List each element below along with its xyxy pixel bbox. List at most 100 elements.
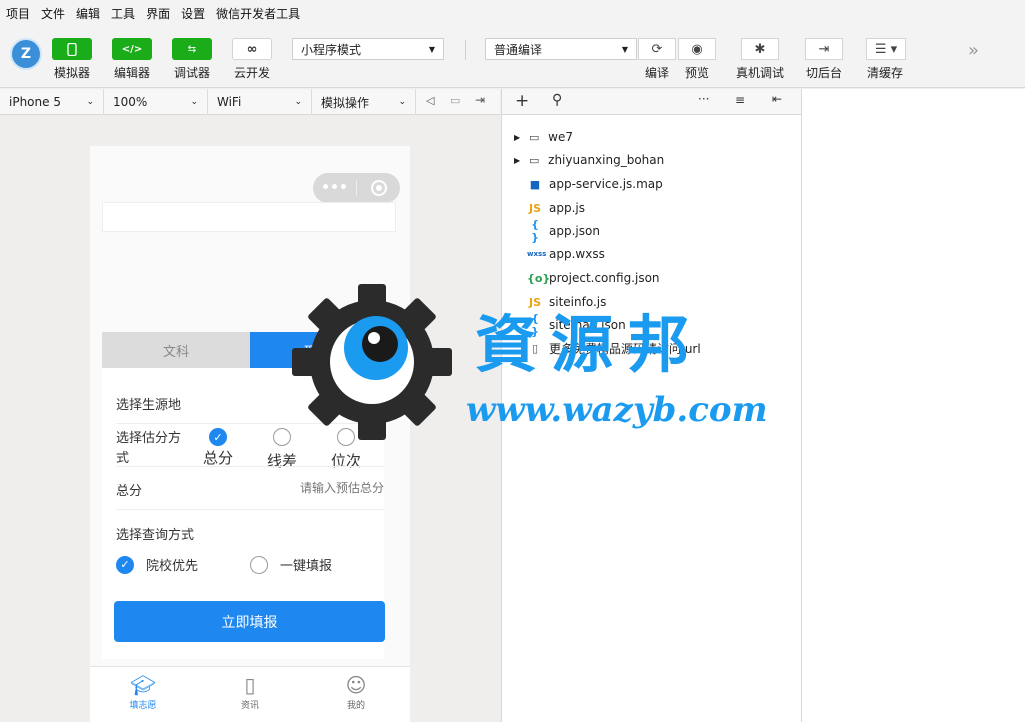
tabbar-item-news[interactable]: ▯ 资讯 [225, 672, 275, 711]
query-option-label: 院校优先 [146, 559, 199, 574]
caret-down-icon: ▼ [621, 44, 628, 54]
estimate-option-linediff[interactable]: 线差 [262, 428, 302, 471]
add-icon[interactable]: + [515, 91, 529, 111]
remote-debug-button[interactable]: ✱ [741, 38, 779, 60]
debugger-button[interactable]: ⇆ [172, 38, 212, 60]
checked-radio-icon: ✓ [209, 428, 227, 446]
search-box[interactable] [102, 202, 396, 232]
background-button[interactable]: ⇥ [805, 38, 843, 60]
cloud-button[interactable]: ∞ [232, 38, 272, 60]
submit-button[interactable]: 立即填报 [114, 601, 385, 642]
tab-like[interactable]: 理科 [250, 332, 384, 368]
file-icon: ▯ [531, 341, 539, 355]
folder-icon: ▭ [528, 130, 540, 144]
toolbar-divider [465, 40, 466, 60]
tree-item-file[interactable]: {o} project.config.json [527, 268, 660, 288]
menu-project[interactable]: 项目 [6, 5, 30, 22]
network-select[interactable]: WiFi ⌄ [208, 89, 312, 115]
close-circle-icon[interactable] [357, 180, 400, 196]
query-label: 选择查询方式 [116, 528, 195, 543]
mode-select[interactable]: 小程序模式 ▼ [292, 38, 444, 60]
chevron-down-icon: ⌄ [294, 97, 302, 107]
folder-icon: ▭ [528, 153, 540, 167]
js-file-icon: JS [528, 201, 541, 215]
more-icon[interactable]: ··· [698, 92, 709, 106]
preview-label: 预览 [684, 66, 709, 80]
clear-cache-button[interactable]: ☰ ▾ [866, 38, 906, 60]
bug-icon: ✱ [754, 41, 766, 57]
estimate-option-label: 线差 [266, 452, 297, 470]
tree-item-file[interactable]: ■ app-service.js.map [527, 174, 663, 194]
phone-screen: ••• 文科 理科 选择生源地 河北 › 选择估分方式 ✓ 总分 线差 位次 总… [90, 146, 410, 722]
divider [116, 509, 384, 510]
tabbar-item-zhiyuan[interactable]: 🎓︎ 填志愿 [118, 672, 168, 711]
editor-button[interactable]: </> [112, 38, 152, 60]
more-chevron-icon[interactable]: » [968, 40, 979, 61]
editor-label: 编辑器 [113, 66, 150, 80]
tree-item-folder[interactable]: ▶ ▭ we7 [514, 127, 573, 147]
window-icon[interactable]: ▭ [450, 94, 460, 107]
detach-icon[interactable]: ⇥ [475, 93, 485, 107]
preview-button[interactable]: ◉ [678, 38, 716, 60]
tabbar-label: 填志愿 [129, 701, 157, 711]
tab-wenke[interactable]: 文科 [102, 332, 250, 368]
more-dots-icon[interactable]: ••• [313, 180, 356, 196]
tree-item-label: project.config.json [549, 271, 660, 285]
chevron-down-icon: ⌄ [86, 97, 94, 107]
tree-item-label: sitemap.json [549, 318, 626, 332]
device-select[interactable]: iPhone 5 ⌄ [0, 89, 104, 115]
tree-item-file[interactable]: wxss app.wxss [527, 244, 605, 264]
source-value[interactable]: 河北 › [338, 394, 373, 413]
tree-item-file[interactable]: { } sitemap.json [527, 312, 626, 338]
menu-view[interactable]: 界面 [146, 5, 170, 22]
menu-settings[interactable]: 设置 [181, 5, 205, 22]
tree-item-file[interactable]: { } app.json [527, 218, 600, 244]
refresh-icon: ⟳ [651, 41, 663, 57]
collapse-icon[interactable]: ≡ [735, 93, 745, 107]
simulator-button[interactable] [52, 38, 92, 60]
query-option-oneclick[interactable]: 一键填报 [250, 555, 332, 574]
estimate-option-label: 位次 [330, 452, 361, 470]
volume-icon[interactable]: ◁ [426, 94, 434, 107]
compile-button[interactable]: ⟳ [638, 38, 676, 60]
editor-pane [801, 89, 1025, 722]
book-icon: ▯ [244, 673, 256, 697]
query-option-school[interactable]: ✓ 院校优先 [116, 555, 198, 574]
split-icon[interactable]: ⇤ [772, 92, 782, 106]
zoom-select[interactable]: 100% ⌄ [104, 89, 208, 115]
estimate-option-total[interactable]: ✓ 总分 [198, 428, 238, 468]
wxss-file-icon: wxss [527, 250, 547, 258]
estimate-option-label: 总分 [202, 449, 233, 467]
score-label: 总分 [116, 484, 143, 499]
menu-tools[interactable]: 工具 [111, 5, 135, 22]
tree-item-file[interactable]: JS app.js [527, 198, 585, 218]
tree-item-file[interactable]: ▯ 更多免费精品源码请访问.url [527, 338, 701, 358]
menu-file[interactable]: 文件 [41, 5, 65, 22]
tabbar-item-mine[interactable]: ☺︎ 我的 [331, 672, 381, 711]
compile-select[interactable]: 普通编译 ▼ [485, 38, 637, 60]
switch-out-icon: ⇥ [818, 41, 830, 57]
source-value-text: 河北 [338, 398, 365, 413]
tree-item-folder[interactable]: ▶ ▭ zhiyuanxing_bohan [514, 150, 664, 170]
explorer-header: + ⚲ ··· ≡ ⇤ [501, 89, 801, 115]
menu-devtools[interactable]: 微信开发者工具 [216, 5, 300, 22]
capsule-menu[interactable]: ••• [313, 173, 400, 203]
device-bar: iPhone 5 ⌄ 100% ⌄ WiFi ⌄ 模拟操作 ⌄ ◁ ▭ ⇥ [0, 89, 500, 115]
tree-item-label: 更多免费精品源码请访问.url [549, 341, 701, 356]
estimate-option-rank[interactable]: 位次 [326, 428, 366, 471]
source-label: 选择生源地 [116, 398, 182, 413]
menu-edit[interactable]: 编辑 [76, 5, 100, 22]
search-icon[interactable]: ⚲ [552, 92, 562, 108]
mode-select-value: 小程序模式 [301, 42, 362, 57]
json-file-icon: { } [531, 312, 539, 338]
query-option-label: 一键填报 [280, 559, 333, 574]
avatar[interactable]: Z [10, 38, 42, 70]
tree-item-file[interactable]: JS siteinfo.js [527, 292, 606, 312]
score-input[interactable] [252, 477, 384, 499]
file-explorer: ▶ ▭ we7 ▶ ▭ zhiyuanxing_bohan ■ app-serv… [501, 115, 801, 722]
tree-item-label: zhiyuanxing_bohan [548, 153, 665, 167]
radio-icon [337, 428, 355, 446]
operation-select[interactable]: 模拟操作 ⌄ [312, 89, 416, 115]
map-file-icon: ■ [529, 177, 541, 191]
checked-radio-icon: ✓ [116, 555, 134, 574]
